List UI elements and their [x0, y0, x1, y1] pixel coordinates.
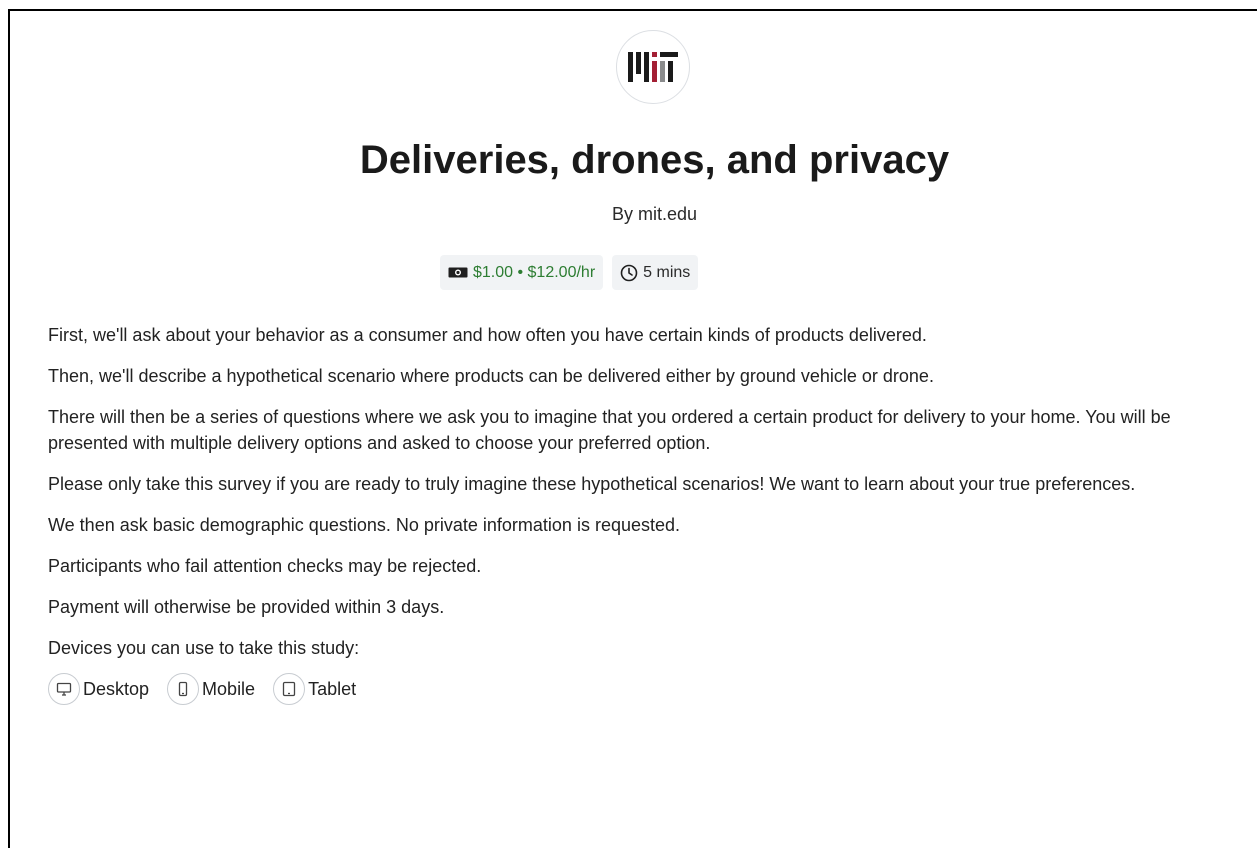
device-label: Desktop: [83, 678, 150, 699]
tablet-icon: [273, 673, 306, 705]
mit-logo: [616, 30, 690, 104]
description-paragraph: There will then be a series of questions…: [48, 407, 1171, 453]
device-tablet: Tablet: [273, 673, 356, 705]
study-badges: $1.00 • $12.00/hr 5 mins: [440, 255, 699, 290]
description-paragraph: We then ask basic demographic questions.…: [48, 515, 681, 535]
study-card: Deliveries, drones, and privacy By mit.e…: [8, 9, 1257, 848]
devices-heading: Devices you can use to take this study:: [48, 638, 360, 658]
device-label: Mobile: [202, 678, 256, 699]
study-byline: By mit.edu: [611, 204, 698, 224]
clock-icon: [620, 264, 638, 282]
description-paragraph: Payment will otherwise be provided withi…: [48, 597, 445, 617]
reward-text: $1.00 • $12.00/hr: [473, 263, 596, 281]
device-desktop: Desktop: [48, 673, 149, 705]
device-label: Tablet: [308, 678, 357, 699]
reward-badge: $1.00 • $12.00/hr: [440, 255, 604, 290]
duration-text: 5 mins: [643, 263, 691, 281]
money-icon: [448, 266, 468, 279]
description-paragraph: First, we'll ask about your behavior as …: [48, 325, 927, 345]
description-paragraph: Then, we'll describe a hypothetical scen…: [48, 366, 934, 386]
mit-logo-mark: [628, 52, 678, 82]
description-paragraph: Participants who fail attention checks m…: [48, 556, 482, 576]
device-list: Desktop Mobile Tablet: [48, 673, 1248, 705]
duration-badge: 5 mins: [612, 255, 699, 290]
description-paragraph: Please only take this survey if you are …: [48, 474, 1136, 494]
desktop-icon: [48, 673, 80, 705]
mobile-icon: [167, 673, 200, 705]
study-description: First, we'll ask about your behavior as …: [48, 322, 1248, 705]
study-title: Deliveries, drones, and privacy: [359, 138, 950, 182]
device-mobile: Mobile: [167, 673, 255, 705]
